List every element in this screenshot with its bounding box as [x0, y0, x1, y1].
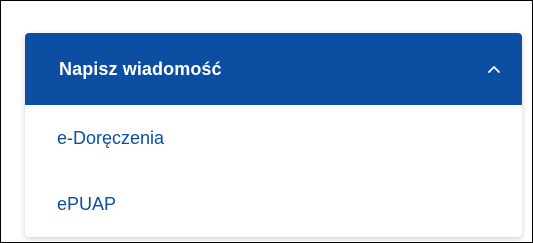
menu-item-epuap[interactable]: ePUAP	[25, 171, 522, 237]
dropdown-menu: e-Doręczenia ePUAP	[25, 105, 522, 237]
menu-item-label: e-Doręczenia	[57, 127, 165, 148]
menu-item-label: ePUAP	[57, 193, 117, 214]
page-frame: Napisz wiadomość e-Doręczenia ePUAP	[0, 0, 533, 243]
dropdown-toggle-button[interactable]: Napisz wiadomość	[25, 33, 522, 105]
menu-item-e-doreczenia[interactable]: e-Doręczenia	[25, 105, 522, 171]
dropdown-title: Napisz wiadomość	[59, 58, 222, 79]
message-dropdown: Napisz wiadomość e-Doręczenia ePUAP	[25, 33, 522, 237]
chevron-up-icon	[486, 61, 502, 77]
